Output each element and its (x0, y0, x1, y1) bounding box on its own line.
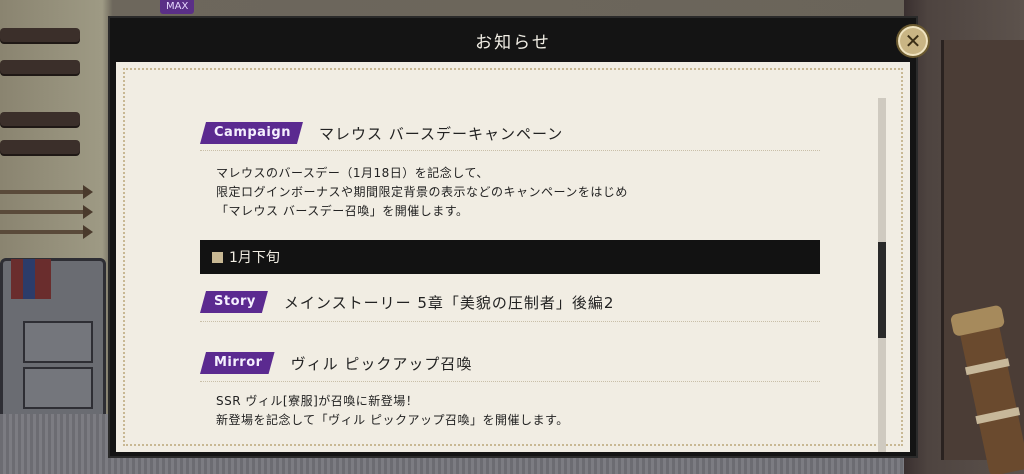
entry-title: ヴィル ピックアップ召喚 (290, 354, 473, 373)
max-badge: MAX (160, 0, 195, 14)
wall-plank (0, 60, 80, 74)
body-line: 限定ログインボーナスや期間限定背景の表示などのキャンペーンをはじめ (216, 185, 628, 199)
notice-entry-campaign[interactable]: Campaign マレウス バースデーキャンペーン (200, 122, 563, 144)
body-line: 新登場を記念して「ヴィル ピックアップ召喚」を開催します。 (216, 413, 569, 427)
notice-dialog: お知らせ ✕ Campaign マレウス バースデーキャンペーン マレウスのバー… (108, 16, 930, 458)
dotted-divider (200, 150, 820, 151)
arrow-rack-item (0, 205, 93, 219)
notice-entry-story[interactable]: Story メインストーリー 5章「美貌の圧制者」後編2 (200, 291, 614, 313)
quiver-band (975, 407, 1021, 425)
body-line: マレウスのバースデー（1月18日）を記念して、 (216, 166, 489, 180)
category-tag: Mirror (200, 352, 275, 374)
category-tag: Story (200, 291, 268, 313)
date-marker (212, 251, 223, 263)
date-section-bar: 1月下旬 (200, 240, 820, 274)
entry-title: メインストーリー 5章「美貌の圧制者」後編2 (283, 293, 615, 312)
dresser-drawer (23, 321, 93, 363)
body-line: SSR ヴィル[寮服]が召喚に新登場！ (216, 394, 419, 408)
notice-paper: Campaign マレウス バースデーキャンペーン マレウスのバースデー（1月1… (116, 62, 910, 452)
entry-title: マレウス バースデーキャンペーン (318, 124, 564, 143)
body-line: 「マレウス バースデー召喚」を開催します。 (216, 204, 469, 218)
dotted-divider (200, 321, 820, 322)
books (11, 259, 51, 299)
close-button[interactable]: ✕ (896, 24, 930, 58)
wall-plank (0, 112, 80, 126)
arrow-rack-item (0, 225, 93, 239)
dotted-divider (200, 381, 820, 382)
quiver-band (964, 358, 1010, 376)
dresser-drawer (23, 367, 93, 409)
notice-entry-mirror[interactable]: Mirror ヴィル ピックアップ召喚 (200, 352, 472, 374)
wall-plank (0, 28, 80, 42)
dialog-title: お知らせ (475, 32, 551, 53)
entry-body: マレウスのバースデー（1月18日）を記念して、 限定ログインボーナスや期間限定背… (216, 164, 628, 221)
close-icon: ✕ (904, 29, 922, 53)
notice-list[interactable]: Campaign マレウス バースデーキャンペーン マレウスのバースデー（1月1… (200, 90, 820, 440)
dresser (0, 258, 106, 424)
entry-body: SSR ヴィル[寮服]が召喚に新登場！ 新登場を記念して「ヴィル ピックアップ召… (216, 392, 569, 430)
arrow-rack-item (0, 185, 93, 199)
scrollbar[interactable] (878, 98, 886, 452)
dialog-header: お知らせ (110, 18, 916, 62)
date-label: 1月下旬 (229, 250, 280, 266)
category-tag: Campaign (200, 122, 303, 144)
scrollbar-thumb[interactable] (878, 242, 886, 338)
wall-plank (0, 140, 80, 154)
